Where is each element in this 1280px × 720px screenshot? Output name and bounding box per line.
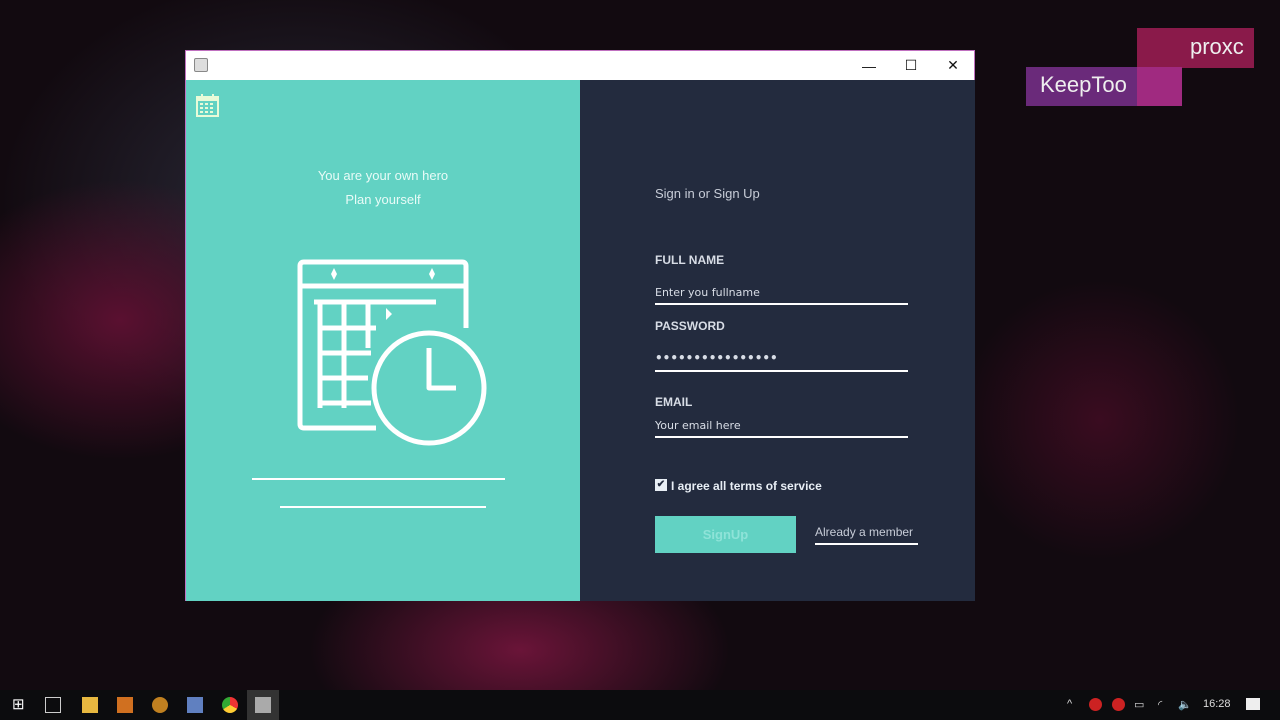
terms-label[interactable]: I agree all terms of service <box>671 479 822 493</box>
signup-panel: Sign in or Sign Up FULL NAME PASSWORD ••… <box>580 80 975 601</box>
password-input[interactable]: •••••••••••••••• <box>655 348 908 372</box>
tagline-primary: You are your own hero <box>317 168 449 183</box>
windows-start-icon[interactable]: ⊞ <box>12 695 28 713</box>
volume-icon[interactable]: 🔈 <box>1178 698 1192 711</box>
password-label: PASSWORD <box>655 319 725 333</box>
task-view-icon[interactable] <box>45 697 61 713</box>
divider-line <box>252 478 505 480</box>
clock[interactable]: 16:28 <box>1203 698 1231 710</box>
chrome-icon[interactable] <box>222 697 238 713</box>
title-bar[interactable]: — ☐ ✕ <box>186 51 974 80</box>
tray-chevron-icon[interactable]: ^ <box>1067 698 1072 710</box>
email-input[interactable] <box>655 414 908 438</box>
signup-button[interactable]: SignUp <box>655 516 796 553</box>
record-icon[interactable] <box>1089 698 1102 711</box>
file-explorer-icon[interactable] <box>82 697 98 713</box>
fullname-input[interactable] <box>655 281 908 305</box>
brand-panel: You are your own hero Plan yourself <box>186 80 580 601</box>
notifications-icon[interactable] <box>1246 698 1260 710</box>
maximize-button[interactable]: ☐ <box>889 51 933 80</box>
watermark-bottom: KeepToo <box>1040 72 1127 97</box>
app-icon[interactable] <box>187 697 203 713</box>
divider-line <box>280 506 486 508</box>
wifi-icon[interactable]: ◜ <box>1158 698 1162 711</box>
fullname-label: FULL NAME <box>655 253 725 267</box>
app-icon[interactable] <box>117 697 133 713</box>
java-app-icon <box>194 58 208 72</box>
email-label: EMAIL <box>655 395 693 409</box>
battery-icon[interactable]: ▭ <box>1134 698 1144 711</box>
record-stop-icon[interactable] <box>1112 698 1125 711</box>
app-window: — ☐ ✕ You are your own hero Plan yoursel… <box>185 50 975 601</box>
java-taskbar-button[interactable] <box>247 690 279 720</box>
app-icon[interactable] <box>152 697 168 713</box>
already-member-link[interactable]: Already a member <box>815 525 918 545</box>
taskbar: ⊞ ^ ▭ ◜ 🔈 16:28 <box>0 690 1280 720</box>
minimize-button[interactable]: — <box>847 51 891 80</box>
calendar-icon <box>196 94 219 117</box>
calendar-clock-illustration <box>297 259 487 446</box>
form-heading: Sign in or Sign Up <box>655 186 760 201</box>
tagline-secondary: Plan yourself <box>345 192 421 207</box>
watermark-top: proxc <box>1190 34 1244 59</box>
close-button[interactable]: ✕ <box>931 51 975 80</box>
terms-checkbox[interactable]: ✔ <box>655 479 667 491</box>
